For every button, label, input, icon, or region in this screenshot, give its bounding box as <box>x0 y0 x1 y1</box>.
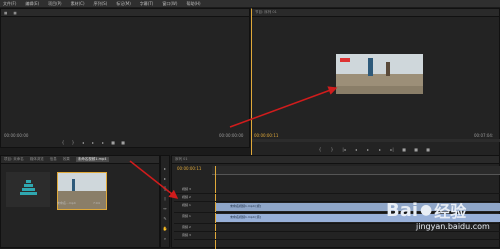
watermark-url: jingyan.baidu.com <box>416 222 490 231</box>
watermark: Bai ● 经验 jingyan.baidu.com <box>386 198 496 244</box>
watermark-brand2: 经验 <box>434 202 467 221</box>
watermark-brand: Bai <box>386 199 419 221</box>
arrow-to-program <box>229 86 338 128</box>
arrow-to-timeline <box>129 160 179 199</box>
paw-icon: ● <box>420 202 433 218</box>
